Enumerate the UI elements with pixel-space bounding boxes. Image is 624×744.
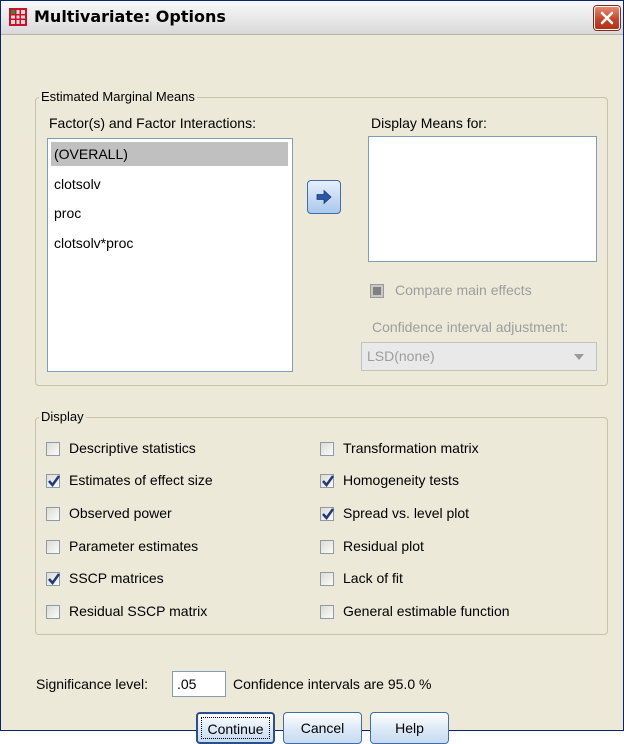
residual-sscp-matrix-label: Residual SSCP matrix bbox=[69, 603, 208, 619]
continue-button[interactable]: Continue bbox=[196, 712, 275, 744]
residual-plot-checkbox[interactable] bbox=[320, 540, 334, 554]
factors-label: Factor(s) and Factor Interactions: bbox=[49, 115, 256, 131]
spread-vs-level-plot-label: Spread vs. level plot bbox=[343, 505, 470, 521]
compare-main-effects-label: Compare main effects bbox=[395, 282, 532, 298]
general-estimable-function-checkbox[interactable] bbox=[320, 605, 334, 619]
estimates-of-effect-size-checkbox[interactable] bbox=[46, 474, 61, 488]
list-item[interactable]: clotsolv*proc bbox=[51, 231, 133, 255]
ci-adjustment-label: Confidence interval adjustment: bbox=[372, 319, 569, 335]
estimates-of-effect-size-label: Estimates of effect size bbox=[69, 472, 213, 488]
checkmark-icon bbox=[48, 573, 61, 586]
observed-power-checkbox[interactable] bbox=[46, 507, 60, 521]
continue-button-label: Continue bbox=[201, 717, 270, 739]
list-item[interactable]: (OVERALL) bbox=[51, 142, 288, 166]
significance-level-input[interactable] bbox=[172, 671, 226, 697]
options-dialog: Multivariate: Options Estimated Marginal… bbox=[0, 0, 624, 744]
observed-power-label: Observed power bbox=[69, 505, 172, 521]
compare-main-effects-checkbox[interactable] bbox=[370, 284, 384, 298]
checkmark-icon bbox=[48, 475, 61, 488]
transformation-matrix-checkbox[interactable] bbox=[320, 442, 334, 456]
ci-adjustment-select[interactable]: LSD(none) bbox=[361, 342, 597, 371]
arrow-right-icon bbox=[316, 189, 332, 205]
factors-listbox[interactable]: (OVERALL) clotsolv proc clotsolv*proc bbox=[47, 138, 293, 372]
title-bar[interactable]: Multivariate: Options bbox=[1, 1, 623, 35]
homogeneity-tests-checkbox[interactable] bbox=[320, 474, 335, 488]
estimated-marginal-means-legend: Estimated Marginal Means bbox=[39, 89, 197, 104]
transformation-matrix-label: Transformation matrix bbox=[343, 440, 479, 456]
help-button[interactable]: Help bbox=[370, 712, 449, 744]
descriptive-statistics-label: Descriptive statistics bbox=[69, 440, 196, 456]
spread-vs-level-plot-checkbox[interactable] bbox=[320, 507, 335, 521]
residual-plot-label: Residual plot bbox=[343, 538, 424, 554]
spss-grid-icon bbox=[9, 8, 27, 26]
close-icon bbox=[600, 11, 614, 25]
sscp-matrices-label: SSCP matrices bbox=[69, 570, 164, 586]
window-title: Multivariate: Options bbox=[34, 7, 226, 26]
confidence-interval-text: Confidence intervals are 95.0 % bbox=[233, 676, 432, 692]
lack-of-fit-label: Lack of fit bbox=[343, 570, 403, 586]
ci-adjustment-value: LSD(none) bbox=[367, 348, 435, 364]
general-estimable-function-label: General estimable function bbox=[343, 603, 510, 619]
close-button[interactable] bbox=[594, 6, 620, 30]
significance-level-label: Significance level: bbox=[36, 676, 149, 692]
sscp-matrices-checkbox[interactable] bbox=[46, 572, 61, 586]
list-item[interactable]: proc bbox=[51, 201, 81, 225]
parameter-estimates-checkbox[interactable] bbox=[46, 540, 60, 554]
lack-of-fit-checkbox[interactable] bbox=[320, 572, 334, 586]
descriptive-statistics-checkbox[interactable] bbox=[46, 442, 60, 456]
checkmark-icon bbox=[322, 475, 335, 488]
homogeneity-tests-label: Homogeneity tests bbox=[343, 472, 459, 488]
cancel-button[interactable]: Cancel bbox=[283, 712, 362, 744]
move-to-display-means-button[interactable] bbox=[307, 180, 341, 214]
display-legend: Display bbox=[39, 409, 86, 424]
list-item[interactable]: clotsolv bbox=[51, 172, 101, 196]
display-means-label: Display Means for: bbox=[371, 115, 487, 131]
chevron-down-icon bbox=[574, 354, 584, 360]
parameter-estimates-label: Parameter estimates bbox=[69, 538, 199, 554]
checkmark-icon bbox=[322, 508, 335, 521]
display-means-listbox[interactable] bbox=[368, 136, 597, 262]
residual-sscp-matrix-checkbox[interactable] bbox=[46, 605, 60, 619]
